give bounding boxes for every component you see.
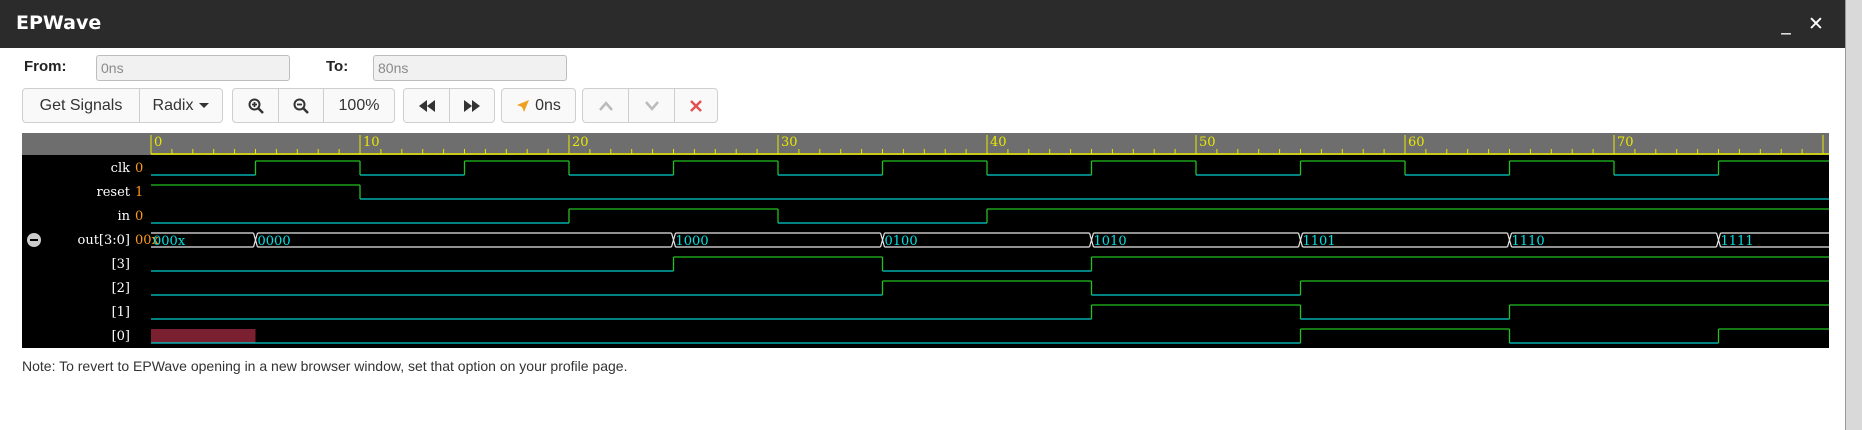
minimize-button[interactable]: _ <box>1776 14 1796 34</box>
signal-name: [2] <box>112 281 130 296</box>
ruler-tick-label: 50 <box>1199 135 1216 150</box>
fast-forward-icon <box>464 99 480 112</box>
ruler-tick-label: 10 <box>363 135 380 150</box>
ruler-tick-label: 0 <box>154 135 162 150</box>
waveform-viewer[interactable]: 0 10 20 30 40 50 60 70 clk 0 reset 1 in 0 out[3:0] 00x 0… <box>22 133 1829 348</box>
bus-value: 000x <box>153 234 186 249</box>
get-signals-button[interactable]: Get Signals <box>22 88 140 123</box>
from-input[interactable] <box>96 55 290 81</box>
get-signals-label: Get Signals <box>39 96 123 114</box>
epwave-window: EPWave _ ✕ From: To: Get Signals Radix 1… <box>0 0 1846 430</box>
signal-name: in <box>117 209 130 224</box>
signal-name: [0] <box>112 329 130 344</box>
signal-name: clk <box>111 161 130 176</box>
window-title: EPWave <box>16 12 102 34</box>
chevron-down-icon <box>644 100 659 111</box>
ruler-tick-label: 20 <box>572 135 589 150</box>
chevron-up-icon <box>598 100 613 111</box>
zoom-in-icon <box>248 98 264 114</box>
to-label: To: <box>326 58 349 75</box>
to-input[interactable] <box>373 55 567 81</box>
caret-down-icon <box>199 103 210 108</box>
title-bar: EPWave _ ✕ <box>0 0 1845 48</box>
fast-forward-button[interactable] <box>449 88 495 123</box>
cursor-time: 0ns <box>535 96 561 114</box>
cursor-time-button[interactable]: 0ns <box>501 88 576 123</box>
zoom-level: 100% <box>338 96 380 114</box>
signal-name: reset <box>97 185 131 200</box>
remove-signal-button[interactable] <box>674 88 718 123</box>
bus-value: 1000 <box>676 234 709 249</box>
bus-value: 1010 <box>1094 234 1127 249</box>
next-transition-button[interactable] <box>628 88 675 123</box>
ruler-tick-label: 70 <box>1617 135 1634 150</box>
radix-label: Radix <box>152 96 194 114</box>
ruler-tick-label: 30 <box>781 135 798 150</box>
zoom-in-button[interactable] <box>232 88 279 123</box>
rewind-icon <box>418 99 435 112</box>
zoom-out-icon <box>293 98 309 114</box>
bus-value: 0000 <box>258 234 291 249</box>
signal-value: 0 <box>135 161 143 176</box>
signal-value: 1 <box>135 185 143 200</box>
time-ruler <box>22 133 1829 155</box>
ruler-tick-label: 60 <box>1408 135 1425 150</box>
zoom-level-button[interactable]: 100% <box>323 88 395 123</box>
waveform-canvas[interactable]: 0 10 20 30 40 50 60 70clk 0reset 1in 0out[3:0] 00x0… <box>22 133 1829 348</box>
zoom-out-button[interactable] <box>278 88 324 123</box>
bus-value: 1111 <box>1721 234 1754 249</box>
remove-icon <box>690 99 702 112</box>
bus-value: 0100 <box>885 234 918 249</box>
close-button[interactable]: ✕ <box>1806 14 1826 34</box>
radix-dropdown[interactable]: Radix <box>139 88 223 123</box>
signal-name: [3] <box>112 257 130 272</box>
profile-note: Note: To revert to EPWave opening in a n… <box>22 358 628 374</box>
ruler-tick-label: 40 <box>990 135 1007 150</box>
unknown-value-fill <box>151 329 256 343</box>
cursor-arrow-icon <box>517 99 530 112</box>
bus-value: 1110 <box>1512 234 1545 249</box>
prev-transition-button[interactable] <box>582 88 629 123</box>
signal-name: [1] <box>112 305 130 320</box>
bus-value: 1101 <box>1303 234 1336 249</box>
signal-name: out[3:0] <box>78 233 131 248</box>
rewind-button[interactable] <box>403 88 450 123</box>
from-label: From: <box>24 58 67 75</box>
signal-value: 0 <box>135 209 143 224</box>
